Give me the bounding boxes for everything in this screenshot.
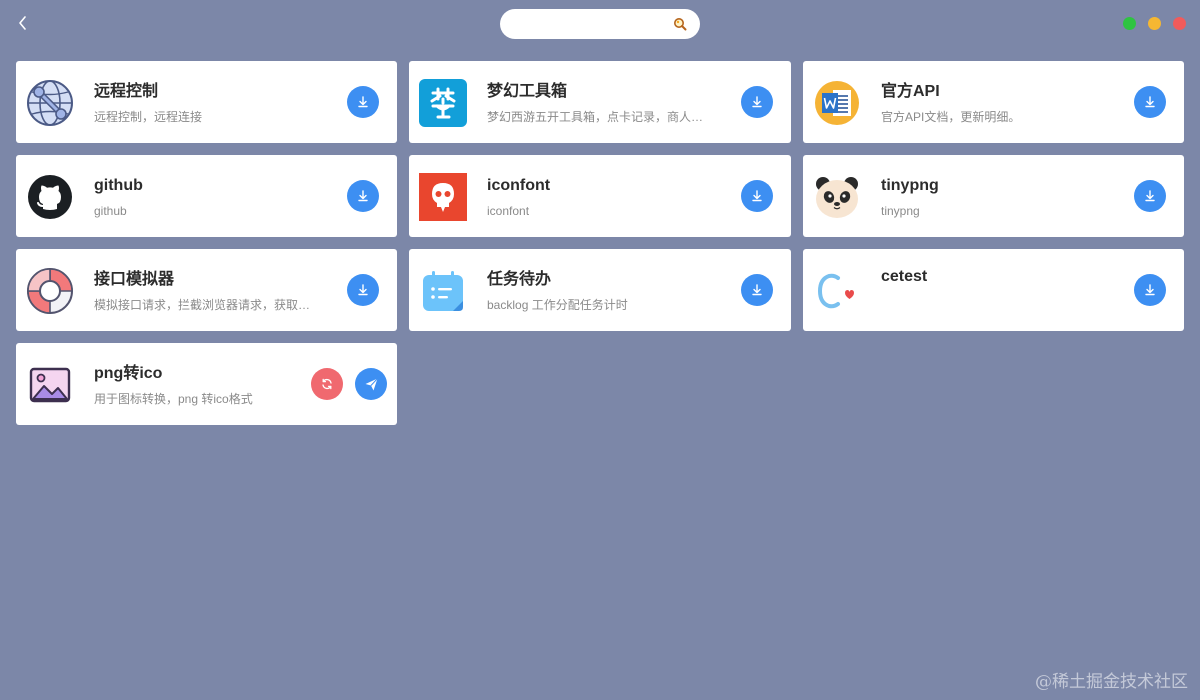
app-card-text: github github	[94, 175, 317, 219]
app-title: png转ico	[94, 365, 163, 382]
calendar-icon	[418, 266, 468, 316]
app-title: 梦幻工具箱	[487, 83, 568, 100]
meng-icon	[418, 78, 468, 128]
app-card-text: 接口模拟器 模拟接口请求，拦截浏览器请求，获取…	[94, 269, 317, 313]
window-controls	[1123, 17, 1186, 30]
app-card-png-to-ico[interactable]: png转ico 用于图标转换，png 转ico格式	[16, 343, 397, 425]
refresh-icon	[322, 378, 332, 390]
search-icon[interactable]	[672, 16, 688, 32]
chevron-left-icon	[19, 16, 26, 30]
app-card-text: 远程控制 远程控制，远程连接	[94, 81, 317, 125]
app-description: 用于图标转换，png 转ico格式	[94, 392, 253, 406]
app-card-text: 梦幻工具箱 梦幻西游五开工具箱，点卡记录，商人…	[487, 81, 711, 125]
download-icon	[1145, 284, 1155, 296]
download-button[interactable]	[347, 86, 379, 118]
download-button[interactable]	[1134, 274, 1166, 306]
app-card-iconfont[interactable]: iconfont iconfont	[409, 155, 791, 237]
download-button[interactable]	[1134, 86, 1166, 118]
download-icon	[1145, 96, 1155, 108]
app-description: 梦幻西游五开工具箱，点卡记录，商人…	[487, 110, 704, 124]
open-button[interactable]	[355, 368, 387, 400]
app-card-tinypng[interactable]: tinypng tinypng	[803, 155, 1184, 237]
minimize-button[interactable]	[1148, 17, 1161, 30]
title-bar	[0, 0, 1200, 50]
back-button[interactable]	[12, 12, 34, 34]
app-description: iconfont	[487, 204, 530, 218]
iconfont-icon	[418, 172, 468, 222]
app-card-text: 官方API 官方API文档，更新明细。	[881, 81, 1104, 125]
download-icon	[358, 190, 368, 202]
download-button[interactable]	[347, 274, 379, 306]
word-doc-icon	[812, 78, 862, 128]
app-card-cetest[interactable]: cetest	[803, 249, 1184, 331]
lifebuoy-icon	[25, 266, 75, 316]
send-icon	[365, 377, 378, 390]
download-button[interactable]	[1134, 180, 1166, 212]
download-icon	[358, 96, 368, 108]
download-icon	[752, 284, 762, 296]
app-description: backlog 工作分配任务计时	[487, 298, 628, 312]
app-card-text: iconfont iconfont	[487, 175, 711, 219]
download-icon	[358, 284, 368, 296]
app-card-text: png转ico 用于图标转换，png 转ico格式	[94, 363, 317, 407]
app-card-menghuan-toolbox[interactable]: 梦幻工具箱 梦幻西游五开工具箱，点卡记录，商人…	[409, 61, 791, 143]
app-title: 官方API	[881, 83, 940, 100]
app-card-official-api[interactable]: 官方API 官方API文档，更新明细。	[803, 61, 1184, 143]
app-title: tinypng	[881, 177, 939, 194]
app-title: github	[94, 177, 143, 194]
app-description: github	[94, 204, 127, 218]
app-title: 任务待办	[487, 271, 552, 288]
download-button[interactable]	[741, 86, 773, 118]
download-button[interactable]	[741, 274, 773, 306]
app-card-task-todo[interactable]: 任务待办 backlog 工作分配任务计时	[409, 249, 791, 331]
app-grid: 远程控制 远程控制，远程连接 梦幻工具箱 梦幻西游五开工具箱，点卡记录，商人…	[16, 61, 1184, 425]
app-title: 接口模拟器	[94, 271, 175, 288]
app-title: 远程控制	[94, 83, 159, 100]
app-description: tinypng	[881, 204, 920, 218]
github-icon	[25, 172, 75, 222]
app-card-github[interactable]: github github	[16, 155, 397, 237]
app-description: 官方API文档，更新明细。	[881, 110, 1021, 124]
image-icon	[25, 360, 75, 410]
app-title: iconfont	[487, 177, 551, 194]
search-input[interactable]	[514, 16, 672, 32]
download-button[interactable]	[741, 180, 773, 212]
app-title: cetest	[881, 268, 928, 285]
maximize-button[interactable]	[1123, 17, 1136, 30]
download-button[interactable]	[347, 180, 379, 212]
panda-icon	[812, 172, 862, 222]
update-button[interactable]	[311, 368, 343, 400]
app-description: 模拟接口请求，拦截浏览器请求，获取…	[94, 298, 311, 312]
download-icon	[752, 190, 762, 202]
app-card-remote-control[interactable]: 远程控制 远程控制，远程连接	[16, 61, 397, 143]
app-card-text: tinypng tinypng	[881, 175, 1104, 219]
download-icon	[752, 96, 762, 108]
c-heart-icon	[812, 266, 862, 316]
watermark: @稀土掘金技术社区	[1035, 672, 1188, 692]
app-card-text: 任务待办 backlog 工作分配任务计时	[487, 269, 711, 313]
search-box[interactable]	[500, 9, 700, 39]
download-icon	[1145, 190, 1155, 202]
close-button[interactable]	[1173, 17, 1186, 30]
app-description: 远程控制，远程连接	[94, 110, 203, 124]
app-card-text: cetest	[881, 266, 1104, 294]
globe-wrench-icon	[25, 78, 75, 128]
app-card-api-simulator[interactable]: 接口模拟器 模拟接口请求，拦截浏览器请求，获取…	[16, 249, 397, 331]
